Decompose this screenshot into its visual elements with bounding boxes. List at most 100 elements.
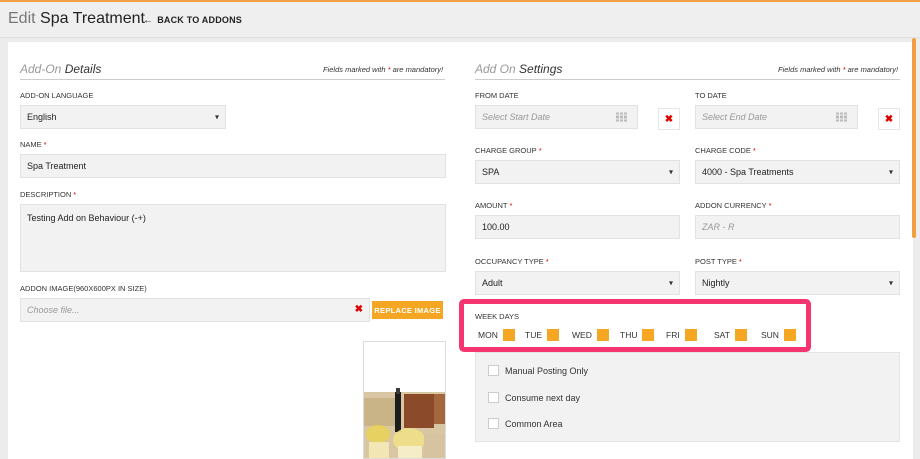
weekday-mon[interactable]: MON xyxy=(478,329,515,341)
weekday-thu[interactable]: THU xyxy=(620,329,655,341)
currency-input[interactable]: ZAR - R xyxy=(695,215,900,239)
currency-placeholder: ZAR - R xyxy=(702,222,735,232)
amount-input[interactable]: 100.00 xyxy=(475,215,680,239)
required-star: * xyxy=(768,201,772,210)
from-date-placeholder: Select Start Date xyxy=(482,112,551,122)
consume-next-day-checkbox[interactable]: Consume next day xyxy=(488,392,580,403)
weekday-label: SUN xyxy=(761,330,779,340)
weekday-label: THU xyxy=(620,330,638,340)
addon-settings-title-light: Add On xyxy=(475,62,516,76)
close-icon: ✖ xyxy=(664,113,674,125)
weekday-checkbox[interactable] xyxy=(502,329,515,341)
weekday-sun[interactable]: SUN xyxy=(761,329,796,341)
required-star: * xyxy=(387,65,391,74)
description-textarea[interactable]: Testing Add on Behaviour (-+) xyxy=(20,204,446,272)
checkbox-box[interactable] xyxy=(488,392,499,403)
weekday-checkbox[interactable] xyxy=(642,329,655,341)
amount-label-text: AMOUNT xyxy=(475,201,508,210)
page-title-text: Spa Treatment xyxy=(40,10,145,27)
image-label: ADDON IMAGE(960X600PX IN SIZE) xyxy=(20,284,147,293)
scrollbar[interactable] xyxy=(912,38,916,238)
required-star: * xyxy=(842,65,846,74)
mandatory-note-right: Fields marked with * are mandatory! xyxy=(778,65,898,74)
weekday-label: TUE xyxy=(525,330,542,340)
addon-image-preview xyxy=(363,341,446,459)
clear-to-date-button[interactable]: ✖ xyxy=(878,108,900,130)
mandatory-note-text-b: are mandatory! xyxy=(847,65,899,74)
required-star: * xyxy=(509,201,513,210)
amount-value: 100.00 xyxy=(482,222,510,232)
to-date-label-text: TO DATE xyxy=(695,91,727,100)
language-select[interactable]: English xyxy=(20,105,226,129)
image-label-text: ADDON IMAGE(960X600PX IN SIZE) xyxy=(20,284,147,293)
champagne-image xyxy=(364,342,445,458)
page-header: Edit Spa Treatment ← BACK TO ADDONS xyxy=(0,2,920,38)
name-input[interactable]: Spa Treatment xyxy=(20,154,446,178)
back-to-addons-link[interactable]: ← BACK TO ADDONS xyxy=(143,15,242,26)
required-star: * xyxy=(73,190,77,199)
common-area-checkbox[interactable]: Common Area xyxy=(488,418,563,429)
arrow-left-icon: ← xyxy=(143,15,154,26)
close-icon: ✖ xyxy=(884,113,894,125)
addon-details-title-bold: Details xyxy=(64,62,102,76)
required-star: * xyxy=(538,146,542,155)
replace-image-label: REPLACE IMAGE xyxy=(374,305,441,315)
divider xyxy=(20,79,445,80)
weekday-tue[interactable]: TUE xyxy=(525,329,559,341)
required-star: * xyxy=(43,140,47,149)
occupancy-type-select[interactable]: Adult xyxy=(475,271,680,295)
from-date-input[interactable]: Select Start Date xyxy=(475,105,638,129)
post-type-label: POST TYPE * xyxy=(695,257,742,266)
charge-group-label: CHARGE GROUP * xyxy=(475,146,542,155)
weekday-checkbox[interactable] xyxy=(596,329,609,341)
page-title-prefix: Edit xyxy=(8,10,36,27)
currency-label-text: ADDON CURRENCY xyxy=(695,201,767,210)
calendar-icon[interactable] xyxy=(616,112,627,122)
weekday-fri[interactable]: FRI xyxy=(666,329,697,341)
weekday-label: MON xyxy=(478,330,498,340)
weekday-label: FRI xyxy=(666,330,680,340)
mandatory-note-text-a: Fields marked with xyxy=(323,65,386,74)
weekday-label: WED xyxy=(572,330,592,340)
clear-file-icon[interactable]: ✖ xyxy=(355,304,363,315)
checkbox-box[interactable] xyxy=(488,365,499,376)
occupancy-type-label-text: OCCUPANCY TYPE xyxy=(475,257,544,266)
week-days-highlight xyxy=(459,299,811,352)
addon-settings-title-bold: Settings xyxy=(519,62,563,76)
weekday-checkbox[interactable] xyxy=(547,329,559,341)
manual-posting-checkbox[interactable]: Manual Posting Only xyxy=(488,365,588,376)
occupancy-type-value: Adult xyxy=(482,278,503,288)
language-label-text: ADD-ON LANGUAGE xyxy=(20,91,94,100)
weekday-checkbox[interactable] xyxy=(783,329,796,341)
weekday-wed[interactable]: WED xyxy=(572,329,609,341)
addon-settings-title: Add On Settings xyxy=(475,62,562,76)
back-link-label: BACK TO ADDONS xyxy=(157,15,243,25)
replace-image-button[interactable]: REPLACE IMAGE xyxy=(372,301,443,319)
post-type-value: Nightly xyxy=(702,278,730,288)
charge-code-select[interactable]: 4000 - Spa Treatments xyxy=(695,160,900,184)
charge-group-select[interactable]: SPA xyxy=(475,160,680,184)
charge-code-label-text: CHARGE CODE xyxy=(695,146,751,155)
page-title: Edit Spa Treatment xyxy=(8,10,145,28)
name-value: Spa Treatment xyxy=(27,161,87,171)
language-value: English xyxy=(27,112,57,122)
description-label: DESCRIPTION * xyxy=(20,190,76,199)
post-type-select[interactable]: Nightly xyxy=(695,271,900,295)
image-file-input[interactable]: Choose file... ✖ xyxy=(20,298,370,322)
divider xyxy=(475,79,900,80)
week-days-label: WEEK DAYS xyxy=(475,312,519,321)
weekday-sat[interactable]: SAT xyxy=(714,329,747,341)
weekday-checkbox[interactable] xyxy=(684,329,697,341)
required-star: * xyxy=(752,146,756,155)
calendar-icon[interactable] xyxy=(836,112,847,122)
weekday-checkbox[interactable] xyxy=(734,329,747,341)
charge-code-label: CHARGE CODE * xyxy=(695,146,756,155)
checkbox-box[interactable] xyxy=(488,418,499,429)
charge-code-value: 4000 - Spa Treatments xyxy=(702,167,794,177)
post-type-label-text: POST TYPE xyxy=(695,257,737,266)
clear-from-date-button[interactable]: ✖ xyxy=(658,108,680,130)
description-label-text: DESCRIPTION xyxy=(20,190,72,199)
from-date-label-text: FROM DATE xyxy=(475,91,519,100)
week-days-label-text: WEEK DAYS xyxy=(475,312,520,321)
to-date-input[interactable]: Select End Date xyxy=(695,105,858,129)
